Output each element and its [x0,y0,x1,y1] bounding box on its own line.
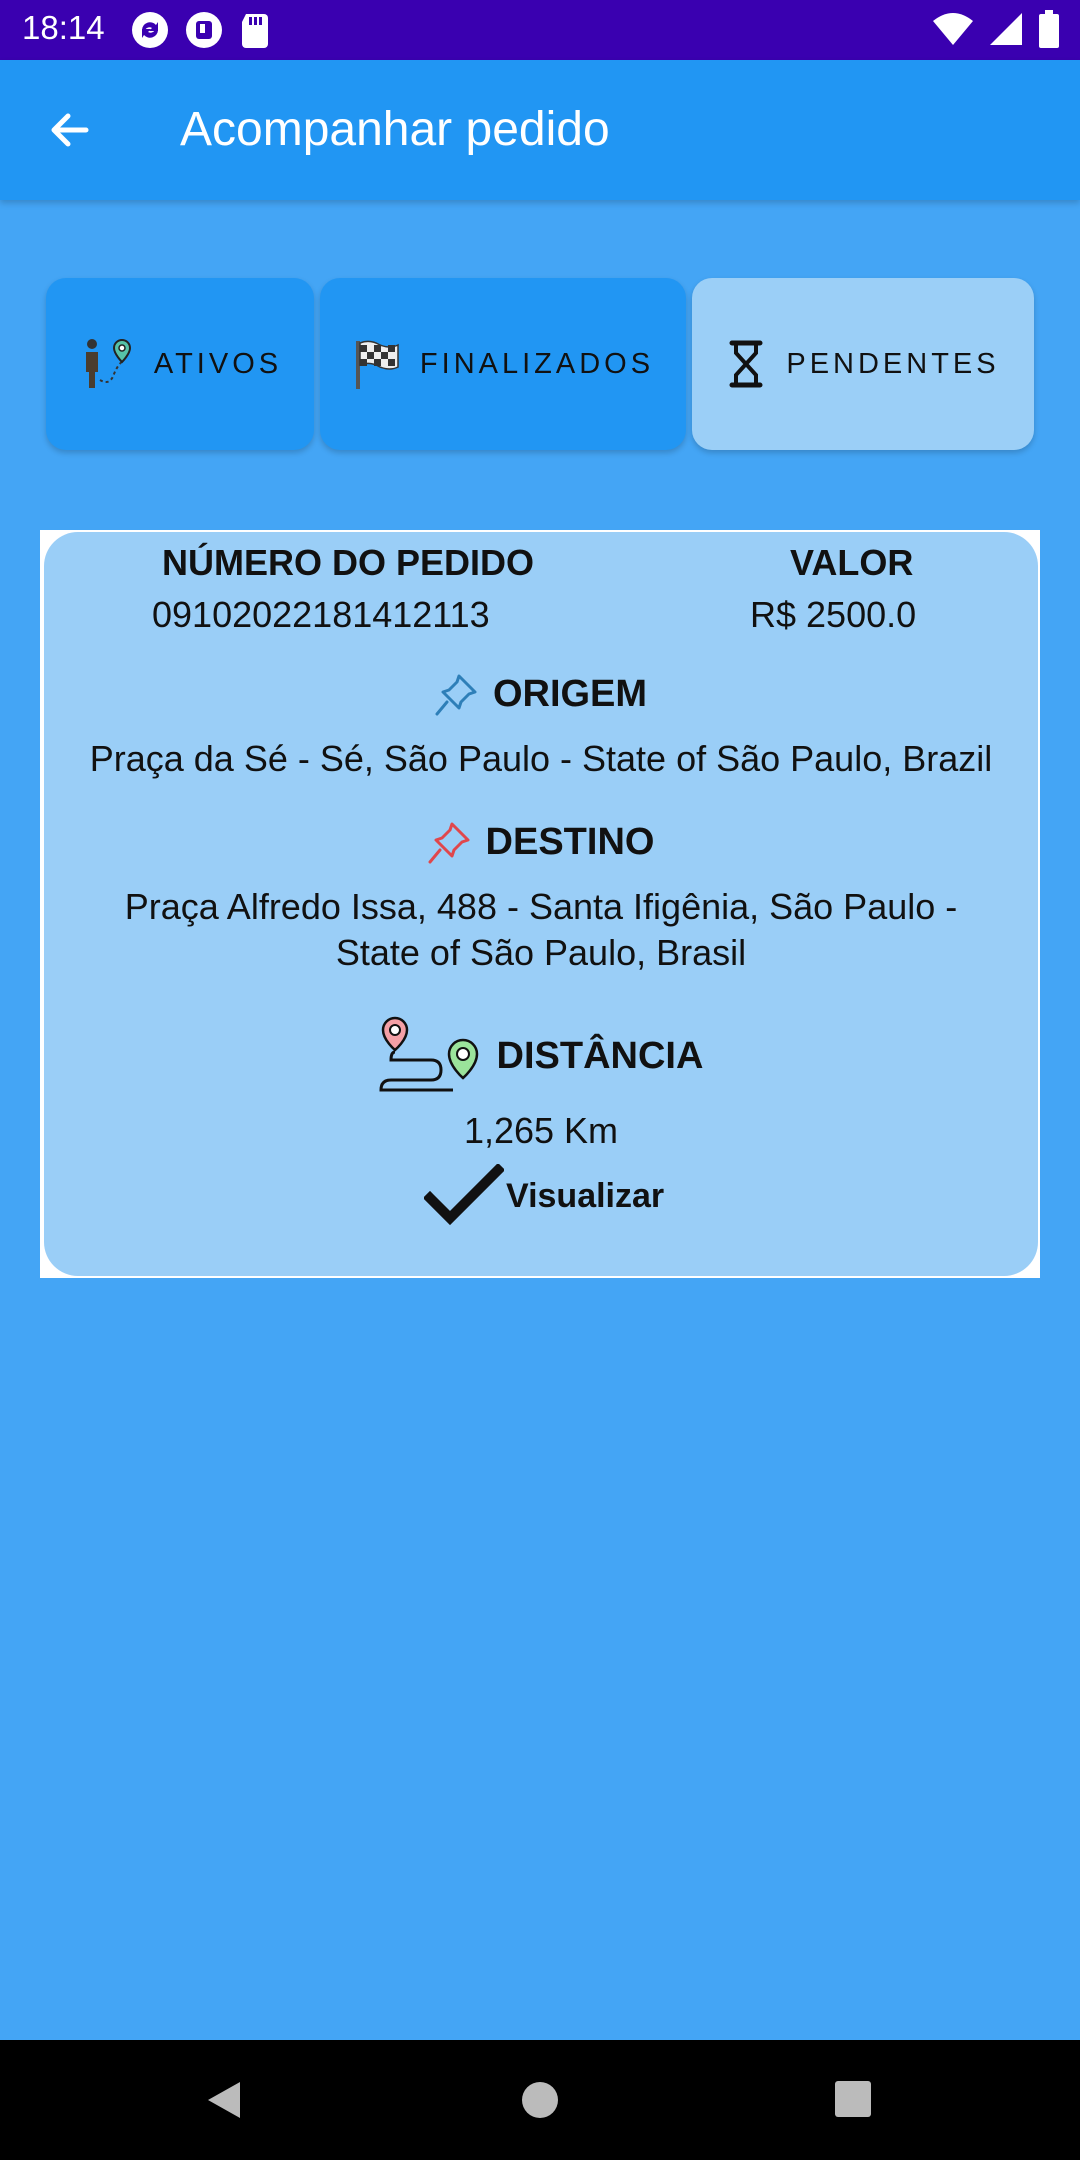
person-route-icon [85,338,131,388]
wifi-icon [933,13,973,45]
view-label: Visualizar [506,1176,665,1215]
back-button[interactable] [38,98,102,162]
status-system-icons [932,10,1060,48]
tab-pendentes[interactable]: PENDENTES [692,278,1034,450]
nav-recents-icon[interactable] [834,2080,872,2118]
nav-home-icon[interactable] [520,2080,560,2120]
origin-address: Praça da Sé - Sé, São Paulo - State of S… [89,738,993,779]
status-bar: 18:14 [0,0,1080,60]
destination-label: DESTINO [485,820,655,863]
checkered-flag-icon [355,340,399,389]
tab-pendentes-label: PENDENTES [786,347,1000,380]
status-time: 18:14 [22,9,105,46]
battery-icon [1039,10,1059,48]
distance-heading: DISTÂNCIA [44,1016,1038,1096]
app-bar: Acompanhar pedido [0,60,1080,200]
sd-card-icon [242,14,268,48]
sync-icon [132,12,168,48]
nav-back-icon[interactable] [204,2080,244,2120]
view-button[interactable]: Visualizar [424,1164,664,1228]
tab-ativos-label: ATIVOS [153,347,283,380]
route-icon [379,1016,478,1092]
order-value: R$ 2500.0 [750,594,917,635]
destination-address-line2: State of São Paulo, Brasil [335,932,747,973]
destination-pin-icon [428,822,470,864]
origin-heading: ORIGEM [44,672,1038,716]
destination-heading: DESTINO [44,820,1038,864]
tab-ativos[interactable]: ATIVOS [46,278,314,450]
app-badge-icon [186,12,222,48]
hourglass-icon [729,340,763,388]
page-title: Acompanhar pedido [180,103,610,156]
status-notification-icons [130,10,272,50]
origin-pin-icon [435,674,477,716]
signal-icon [990,13,1022,45]
order-card[interactable]: NÚMERO DO PEDIDO 09102022181412113 VALOR… [44,532,1038,1276]
value-label: VALOR [790,542,914,583]
order-number-label: NÚMERO DO PEDIDO [162,542,535,583]
distance-label: DISTÂNCIA [496,1034,704,1077]
tab-finalizados[interactable]: FINALIZADOS [320,278,686,450]
arrow-back-icon [51,113,89,147]
order-number: 09102022181412113 [152,594,490,635]
tab-finalizados-label: FINALIZADOS [419,347,655,380]
check-icon [424,1164,504,1226]
system-nav-bar [0,2040,1080,2160]
destination-address-line1: Praça Alfredo Issa, 488 - Santa Ifigênia… [124,886,958,927]
origin-label: ORIGEM [492,672,648,715]
distance-value: 1,265 Km [463,1110,619,1151]
